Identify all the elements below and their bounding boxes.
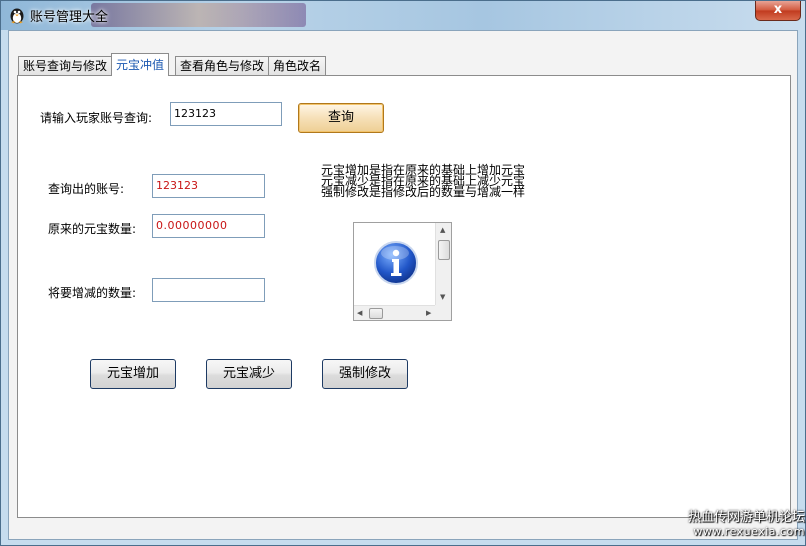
title-banner-art	[91, 3, 306, 27]
image-vertical-scrollbar[interactable]: ▲ ▼	[435, 223, 451, 306]
scroll-down-icon[interactable]: ▼	[440, 293, 445, 301]
info-line-force: 强制修改是指修改后的数量与增减一样	[321, 185, 526, 199]
vertical-scroll-thumb[interactable]	[438, 240, 450, 260]
add-yuanbao-button[interactable]: 元宝增加	[90, 359, 176, 389]
tab-view-character[interactable]: 查看角色与修改	[175, 56, 270, 76]
original-yuanbao-label: 原来的元宝数量:	[48, 222, 137, 236]
tab-account-query[interactable]: 账号查询与修改	[18, 56, 113, 76]
original-yuanbao-field[interactable]: 0.00000000	[152, 214, 265, 238]
scroll-right-icon[interactable]: ▶	[426, 309, 431, 317]
query-label: 请输入玩家账号查询:	[40, 111, 153, 125]
horizontal-scroll-thumb[interactable]	[369, 308, 383, 319]
account-query-input[interactable]: 123123	[170, 102, 282, 126]
image-horizontal-scrollbar[interactable]: ◀ ▶	[354, 305, 437, 320]
change-amount-input[interactable]	[152, 278, 265, 302]
reduce-yuanbao-button[interactable]: 元宝减少	[206, 359, 292, 389]
window-title: 账号管理大全	[30, 10, 109, 25]
app-window: 账号管理大全 x 账号查询与修改 元宝冲值 查看角色与修改 角色改名 请输入玩家…	[0, 0, 806, 546]
info-icon	[374, 241, 418, 285]
account-output-field[interactable]: 123123	[152, 174, 265, 198]
scroll-up-icon[interactable]: ▲	[440, 226, 445, 234]
watermark-text: 热血传网游单机论坛	[687, 510, 805, 525]
close-icon: x	[773, 2, 783, 17]
title-bar[interactable]: 账号管理大全 x	[1, 1, 805, 30]
info-text: 元宝增加是指在原来的基础上增加元宝 元宝减少是指在原来的基础上减少元宝 强制修改…	[321, 164, 526, 199]
tab-rename-character[interactable]: 角色改名	[268, 56, 327, 76]
watermark-url: www.rexuexia.com	[693, 525, 805, 538]
change-amount-label: 将要增减的数量:	[48, 286, 137, 300]
recharge-panel: 请输入玩家账号查询: 123123 查询 查询出的账号: 123123 原来的元…	[17, 75, 791, 518]
account-label: 查询出的账号:	[48, 182, 125, 196]
force-modify-button[interactable]: 强制修改	[322, 359, 408, 389]
scrollbar-corner	[435, 305, 451, 320]
scroll-left-icon[interactable]: ◀	[357, 309, 362, 317]
client-area: 账号查询与修改 元宝冲值 查看角色与修改 角色改名 请输入玩家账号查询: 123…	[8, 30, 798, 540]
close-button[interactable]: x	[755, 1, 801, 21]
penguin-icon	[10, 8, 24, 24]
tab-yuanbao-recharge[interactable]: 元宝冲值	[111, 53, 170, 76]
info-image-box: ▲ ▼ ◀ ▶	[353, 222, 452, 321]
query-button[interactable]: 查询	[298, 103, 384, 133]
site-watermark: 热血传网游单机论坛 www.rexuexia.com	[687, 511, 805, 539]
